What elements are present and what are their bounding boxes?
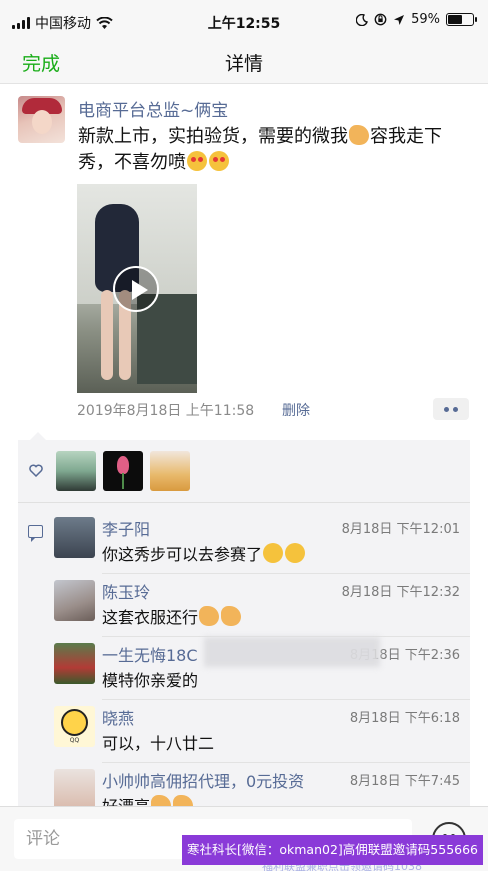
commenter-name[interactable]: 小帅帅高佣招代理，0元投资 (102, 768, 304, 792)
commenter-avatar[interactable] (54, 769, 95, 810)
poster-name[interactable]: 电商平台总监~俩宝 (78, 96, 228, 121)
moon-icon (356, 13, 369, 26)
page-title: 详情 (224, 53, 263, 75)
comment-divider (102, 699, 470, 700)
comment-item: QQ 晓燕 8月18日 下午6:18 可以，十八廿二 (54, 706, 470, 769)
smile-emoji-icon (285, 543, 306, 563)
interaction-panel: 李子阳 8月18日 下午12:01 你这秀步可以去参赛了 陈玉玲 8月18日 下… (18, 432, 470, 820)
video-thumbnail[interactable] (77, 184, 197, 393)
heart-eyes-emoji-icon (187, 151, 207, 171)
grin-emoji-icon (263, 543, 284, 563)
commenter-name[interactable]: 李子阳 (102, 516, 150, 540)
post-text-part1: 新款上市，实拍验货，需要的微我 (78, 126, 348, 147)
privacy-blur (204, 637, 380, 667)
battery-percent: 59% (411, 12, 440, 27)
post-text: 新款上市，实拍验货，需要的微我 容我走下秀，不喜勿喷 (78, 124, 473, 176)
watermark-banner: 寒社科长[微信：okman02]高佣联盟邀请码555666 (182, 835, 483, 865)
comment-divider (102, 762, 470, 763)
thumbs-up-emoji-icon (199, 606, 220, 626)
comment-text: 你这秀步可以去参赛了 (102, 541, 306, 565)
comment-time: 8月18日 下午7:45 (349, 774, 460, 789)
commenter-name[interactable]: 晓燕 (102, 705, 134, 729)
commenter-avatar[interactable] (54, 517, 95, 558)
like-avatar[interactable] (103, 451, 143, 491)
navigation-bar: 完成 详情 (0, 42, 488, 84)
more-options-button[interactable] (433, 398, 469, 420)
post-timestamp: 2019年8月18日 上午11:58 (77, 403, 255, 419)
thumbs-up-emoji-icon (221, 606, 242, 626)
comment-icon (28, 525, 43, 542)
comment-time: 8月18日 下午12:32 (341, 585, 460, 600)
commenter-name[interactable]: 陈玉玲 (102, 579, 150, 603)
comment-time: 8月18日 下午6:18 (349, 711, 460, 726)
flex-arm-emoji-icon (349, 125, 369, 145)
commenter-avatar[interactable]: QQ (54, 706, 95, 747)
rotation-lock-icon (374, 13, 387, 26)
like-avatar[interactable] (150, 451, 190, 491)
location-icon (394, 14, 405, 25)
like-heart-icon (29, 464, 43, 477)
heart-eyes-emoji-icon (209, 151, 229, 171)
comment-text: 这套衣服还行 (102, 604, 242, 628)
comment-item: 一生无悔18C 8月18日 下午2:36 模特你亲爱的 (54, 637, 470, 706)
comment-divider (102, 573, 470, 574)
battery-icon (446, 13, 477, 26)
status-right: 59% (356, 12, 477, 27)
comment-text: 模特你亲爱的 (102, 671, 199, 690)
status-bar: 中国移动 上午12:55 59% (0, 0, 488, 42)
comment-item: 李子阳 8月18日 下午12:01 你这秀步可以去参赛了 (54, 517, 470, 580)
poster-avatar[interactable] (18, 96, 65, 143)
battery-fill (448, 15, 462, 24)
commenter-avatar[interactable] (54, 643, 95, 684)
play-icon[interactable] (113, 266, 159, 312)
divider (18, 502, 470, 503)
comment-item: 陈玉玲 8月18日 下午12:32 这套衣服还行 (54, 580, 470, 643)
like-avatar[interactable] (56, 451, 96, 491)
commenter-name[interactable]: 一生无悔18C (102, 642, 198, 666)
comment-text: 可以，十八廿二 (102, 734, 215, 753)
commenter-avatar[interactable] (54, 580, 95, 621)
delete-button[interactable]: 删除 (282, 400, 310, 420)
comment-time: 8月18日 下午12:01 (341, 522, 460, 537)
